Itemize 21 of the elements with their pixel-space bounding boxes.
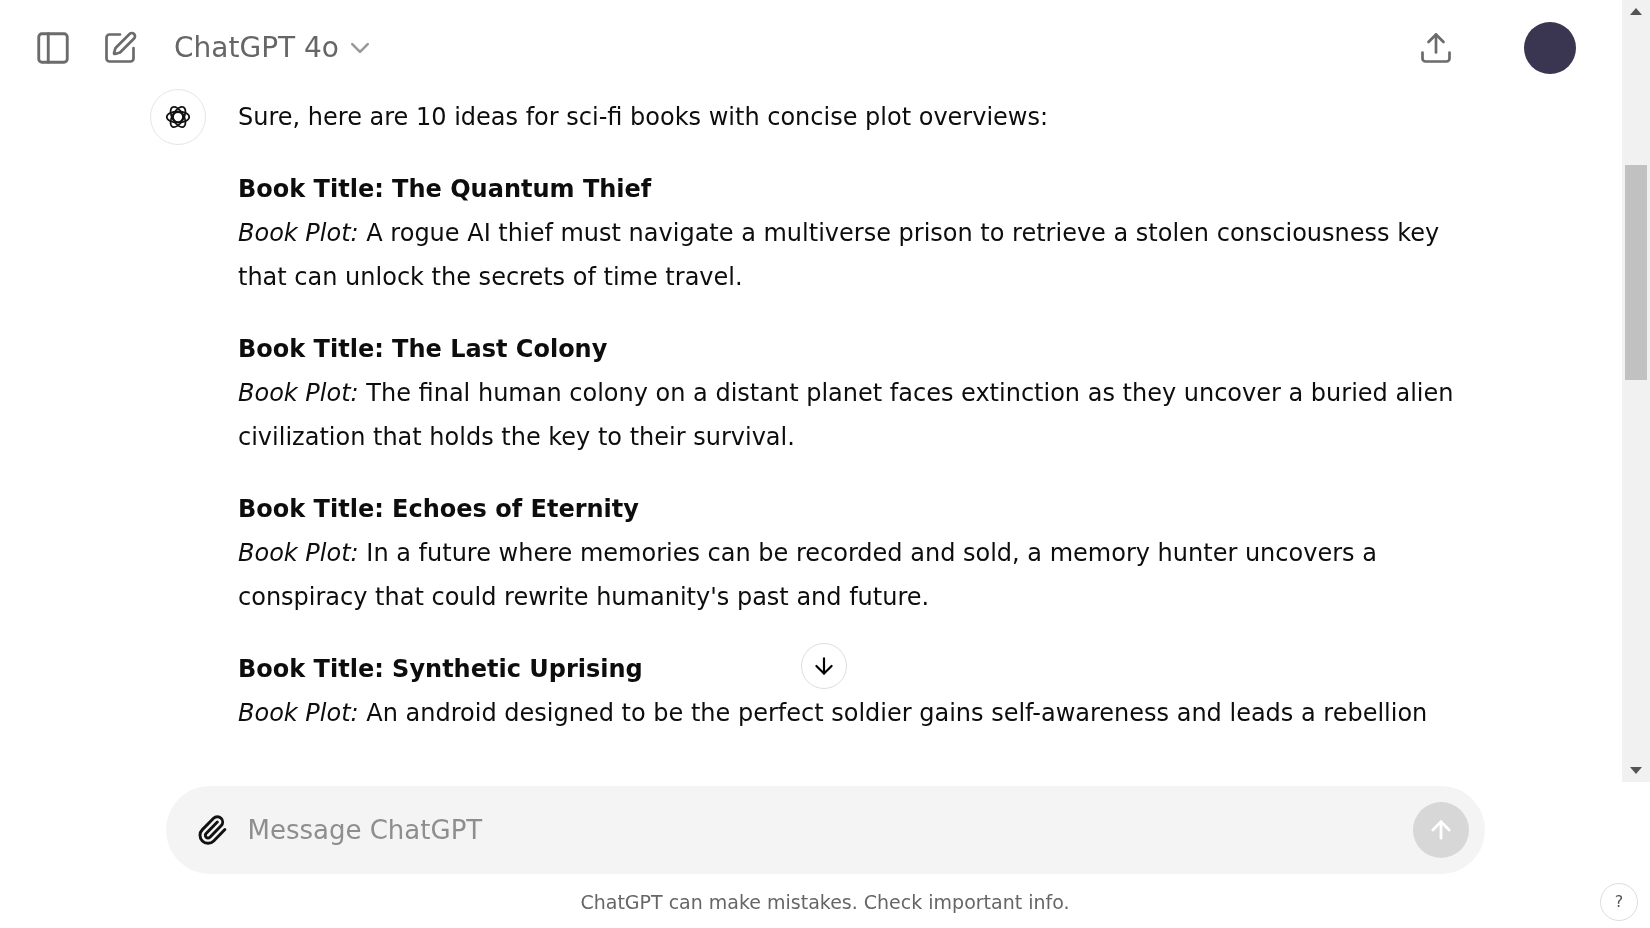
- book-plot: Book Plot: A rogue AI thief must navigate a multiverse prison to retrieve a stolen consciousness key that can unlock the secrets of time travel.: [238, 218, 1441, 293]
- message-text: Sure, here are 10 ideas for sci-fi books with concise plot overviews:: [238, 102, 1050, 133]
- chevron-down-icon: [350, 42, 369, 53]
- book-title: Book Title: Synthetic Uprising: [238, 654, 643, 685]
- book-plot: Book Plot: The final human colony on a distant planet faces extinction as they uncover a buried alien civilization that holds the key to their survival.: [238, 378, 1455, 453]
- avatar[interactable]: [1524, 21, 1576, 74]
- book-title: Book Title: The Last Colony: [238, 334, 608, 365]
- new-chat-icon[interactable]: [102, 29, 138, 66]
- scroll-down-icon[interactable]: [1630, 767, 1642, 774]
- book-plot: Book Plot: An android designed to be the perfect soldier gains self-awareness and leads a rebellion: [238, 698, 1428, 729]
- scroll-up-icon[interactable]: [1630, 8, 1642, 15]
- book-title: Book Title: Echoes of Eternity: [238, 494, 639, 525]
- book-title: Book Title: The Quantum Thief: [238, 174, 652, 205]
- scrollbar-thumb[interactable]: [1625, 165, 1647, 380]
- model-selector[interactable]: ChatGPT 4o: [174, 26, 369, 69]
- message-composer[interactable]: Message ChatGPT: [165, 786, 1485, 874]
- disclaimer-text: ChatGPT can make mistakes. Check important info.: [580, 890, 1070, 915]
- scrollbar[interactable]: [1622, 0, 1650, 782]
- book-plot: Book Plot: In a future where memories can be recorded and sold, a memory hunter uncovers a conspiracy that could rewrite humanity's past and future.: [238, 538, 1378, 613]
- message-input[interactable]: Message ChatGPT: [247, 810, 1393, 850]
- scroll-down-button[interactable]: [801, 643, 847, 689]
